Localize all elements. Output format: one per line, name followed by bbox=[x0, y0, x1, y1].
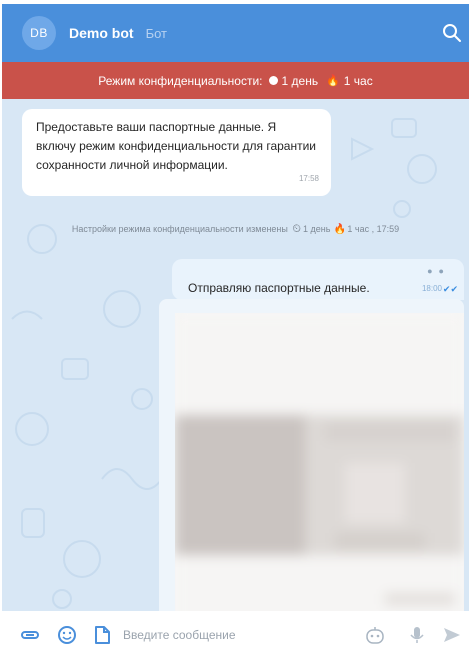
timer-icon bbox=[268, 76, 278, 85]
bot-name[interactable]: Demo bot bbox=[69, 25, 134, 41]
incoming-message[interactable]: Предоставьте ваши паспортные данные. Я в… bbox=[22, 109, 331, 196]
bot-commands-icon[interactable] bbox=[364, 625, 386, 647]
send-icon[interactable] bbox=[442, 625, 462, 645]
outgoing-message-time: 18:00 bbox=[421, 284, 442, 293]
bot-subtitle: Бот bbox=[145, 25, 167, 41]
attached-document-image[interactable] bbox=[159, 299, 464, 611]
double-check-icon: ✔✔ bbox=[442, 284, 458, 294]
blurred-document-icon bbox=[175, 313, 464, 611]
system-notice: Настройки режима конфиденциальности изме… bbox=[2, 223, 469, 236]
chat-header: DB Demo bot Бот bbox=[2, 4, 469, 62]
read-timer-value: 1 день bbox=[281, 73, 319, 88]
microphone-icon[interactable] bbox=[407, 625, 427, 645]
flame-icon: 🔥 bbox=[326, 75, 340, 87]
incoming-message-text: Предоставьте ваши паспортные данные. Я в… bbox=[36, 120, 317, 172]
privacy-status-icons: ●● bbox=[427, 266, 450, 276]
avatar[interactable]: DB bbox=[22, 16, 56, 50]
screenshot-frame: DB Demo bot Бот Режим конфиденциальности… bbox=[0, 0, 469, 659]
timer-icon: ⏲ bbox=[292, 223, 301, 235]
message-list[interactable]: Предоставьте ваши паспортные данные. Я в… bbox=[2, 99, 469, 611]
chat-window: DB Demo bot Бот Режим конфиденциальности… bbox=[2, 4, 469, 659]
privacy-mode-label: Режим конфиденциальности: bbox=[98, 73, 263, 88]
file-icon[interactable] bbox=[92, 625, 112, 645]
system-read-timer: 1 день bbox=[302, 224, 331, 234]
outgoing-message[interactable]: ●● Отправляю паспортные данные. 18:00 ✔✔ bbox=[172, 259, 464, 300]
message-input[interactable]: Введите сообщение bbox=[123, 628, 236, 642]
blurred-passport-image bbox=[175, 313, 464, 611]
system-notice-text: Настройки режима конфиденциальности изме… bbox=[71, 224, 288, 234]
attach-icon[interactable] bbox=[20, 625, 40, 645]
delete-timer-value: 1 час bbox=[343, 73, 373, 88]
message-composer: Введите сообщение bbox=[2, 611, 469, 659]
outgoing-message-text: Отправляю паспортные данные. bbox=[188, 281, 370, 295]
flame-icon: 🔥 bbox=[333, 224, 347, 235]
system-delete-timer: 1 час , 17:59 bbox=[347, 224, 400, 234]
emoji-icon[interactable] bbox=[57, 625, 77, 645]
privacy-mode-banner[interactable]: Режим конфиденциальности: 1 день 🔥 1 час bbox=[2, 62, 469, 99]
incoming-message-time: 17:58 bbox=[298, 174, 319, 183]
search-icon[interactable] bbox=[441, 22, 463, 44]
